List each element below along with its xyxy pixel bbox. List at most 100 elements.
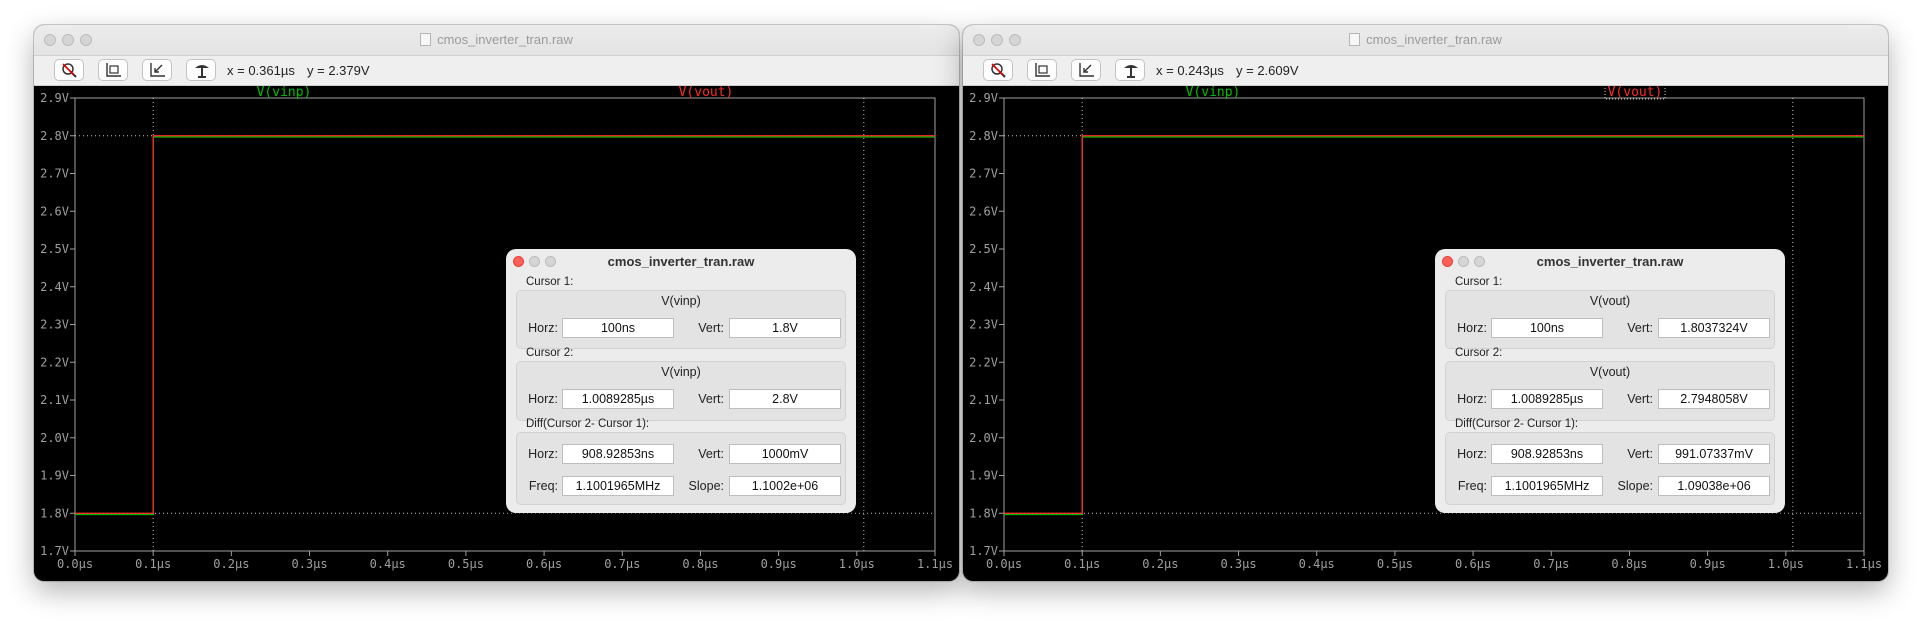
cursor2-vert-field[interactable]: 2.8V [729,389,841,409]
toolbar: x = 0.243µs y = 2.609V [963,56,1888,86]
trace-label-vinp: V(vinp) [1186,86,1241,100]
x-tick-label: 0.9µs [761,557,797,571]
waveform-window-2[interactable]: cmos_inverter_tran.raw x = 0.243µs y = 2… [963,25,1888,581]
x-tick-label: 0.4µs [1299,557,1335,571]
diff-vert-field[interactable]: 991.07337mV [1658,444,1770,464]
cursor-y-readout: y = 2.379V [307,63,370,78]
cursor2-vert-field[interactable]: 2.7948058V [1658,389,1770,409]
document-icon [1349,33,1361,46]
x-tick-label: 0.5µs [448,557,484,571]
x-tick-label: 0.4µs [370,557,406,571]
x-tick-label: 0.1µs [135,557,171,571]
zoom-back-button[interactable] [1071,59,1101,81]
x-tick-label: 0.6µs [526,557,562,571]
cursor1-horz-label: Horz: [1457,321,1487,335]
y-tick-label: 2.2V [969,355,998,369]
trace-label-vout: V(vout) [1608,86,1663,100]
y-tick-label: 1.9V [969,469,998,483]
document-icon [420,33,432,46]
y-tick-label: 1.7V [40,544,69,558]
diff-freq-label: Freq: [1457,479,1487,493]
toolbar: x = 0.361µs y = 2.379V [34,56,959,86]
zoom-back-button[interactable] [142,59,172,81]
cursor2-horz-field[interactable]: 1.0089285µs [1491,389,1603,409]
zoom-full-button[interactable] [98,59,128,81]
diff-horz-field[interactable]: 908.92853ns [1491,444,1603,464]
y-tick-label: 2.7V [969,167,998,181]
zoom-cancel-button[interactable] [983,59,1013,81]
x-tick-label: 0.9µs [1690,557,1726,571]
cursor1-vert-field[interactable]: 1.8V [729,318,841,338]
zoom-cancel-button[interactable] [54,59,84,81]
dialog-title: cmos_inverter_tran.raw [1536,254,1684,269]
diff-heading: Diff(Cursor 2- Cursor 1): [1455,418,1579,430]
cursor2-horz-label: Horz: [1457,392,1487,406]
cursor-dialog[interactable]: cmos_inverter_tran.raw Cursor 1: V(vout)… [1435,249,1785,513]
diff-slope-field[interactable]: 1.09038e+06 [1658,476,1770,496]
diff-slope-label: Slope: [688,479,724,493]
window-titlebar[interactable]: cmos_inverter_tran.raw [34,25,959,56]
zoom-cancel-icon [991,63,1006,78]
cursor1-horz-field[interactable]: 100ns [1491,318,1603,338]
trace-label-vinp: V(vinp) [257,86,312,100]
y-tick-label: 2.8V [969,129,998,143]
x-tick-label: 1.1µs [917,557,953,571]
zoom-back-icon [1079,63,1094,77]
cursor1-vert-label: Vert: [1627,321,1653,335]
autorange-button[interactable] [186,59,216,81]
cursor-dialog[interactable]: cmos_inverter_tran.raw Cursor 1: V(vinp)… [506,249,856,513]
autorange-button[interactable] [1115,59,1145,81]
diff-vert-field[interactable]: 1000mV [729,444,841,464]
cursor-y-readout: y = 2.609V [1236,63,1299,78]
diff-freq-label: Freq: [528,479,558,493]
window-title: cmos_inverter_tran.raw [34,32,959,47]
diff-heading: Diff(Cursor 2- Cursor 1): [526,418,650,430]
cursor2-vert-label: Vert: [1627,392,1653,406]
cursor2-signal: V(vinp) [661,365,701,379]
y-tick-label: 2.0V [969,431,998,445]
cursor1-horz-field[interactable]: 100ns [562,318,674,338]
cursor2-horz-field[interactable]: 1.0089285µs [562,389,674,409]
autorange-icon [195,65,209,78]
x-tick-label: 0.8µs [1611,557,1647,571]
y-tick-label: 2.5V [40,242,69,256]
zoom-cancel-icon [62,63,77,78]
x-tick-label: 0.7µs [604,557,640,571]
x-tick-label: 0.7µs [1533,557,1569,571]
diff-freq-field[interactable]: 1.1001965MHz [1491,476,1603,496]
diff-horz-field[interactable]: 908.92853ns [562,444,674,464]
window-title: cmos_inverter_tran.raw [963,32,1888,47]
y-tick-label: 2.1V [969,393,998,407]
window-titlebar[interactable]: cmos_inverter_tran.raw [963,25,1888,56]
x-tick-label: 1.0µs [1768,557,1804,571]
cursor1-horz-label: Horz: [528,321,558,335]
y-tick-label: 2.3V [969,318,998,332]
cursor2-heading: Cursor 2: [526,347,574,359]
cursor1-heading: Cursor 1: [526,276,574,288]
y-tick-label: 2.6V [969,204,998,218]
cursor2-vert-label: Vert: [698,392,724,406]
cursor2-horz-label: Horz: [528,392,558,406]
diff-freq-field[interactable]: 1.1001965MHz [562,476,674,496]
y-tick-label: 2.4V [40,280,69,294]
diff-horz-label: Horz: [1457,447,1487,461]
x-tick-label: 0.2µs [213,557,249,571]
x-tick-label: 1.0µs [839,557,875,571]
y-tick-label: 2.3V [40,318,69,332]
y-tick-label: 1.8V [40,506,69,520]
x-tick-label: 0.6µs [1455,557,1491,571]
zoom-full-button[interactable] [1027,59,1057,81]
cursor1-heading: Cursor 1: [1455,276,1503,288]
diff-horz-label: Horz: [528,447,558,461]
cursor-x-readout: x = 0.361µs [227,63,295,78]
diff-vert-label: Vert: [698,447,724,461]
cursor1-vert-field[interactable]: 1.8037324V [1658,318,1770,338]
diff-slope-field[interactable]: 1.1002e+06 [729,476,841,496]
cursor1-vert-label: Vert: [698,321,724,335]
y-tick-label: 2.6V [40,204,69,218]
autorange-icon [1124,65,1138,78]
trace-label-vout: V(vout) [679,86,734,100]
y-tick-label: 2.1V [40,393,69,407]
diff-slope-label: Slope: [1617,479,1653,493]
waveform-window-1[interactable]: cmos_inverter_tran.raw x = 0.361µs y = 2… [34,25,959,581]
